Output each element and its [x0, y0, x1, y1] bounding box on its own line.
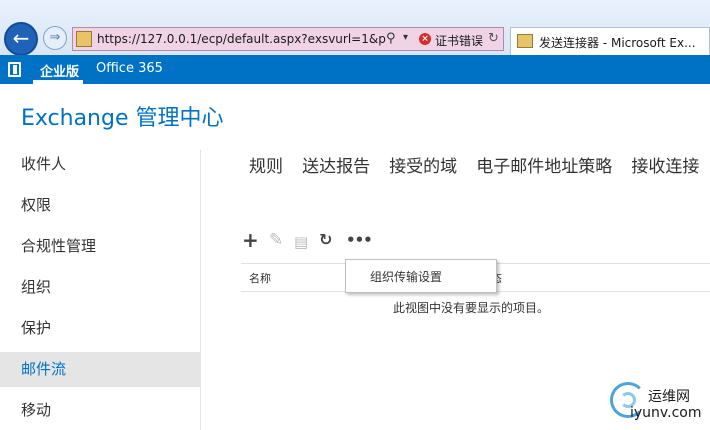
nav-item-permissions[interactable]: 权限	[0, 188, 200, 223]
office365-link[interactable]: Office 365	[96, 61, 163, 76]
enterprise-link[interactable]: 企业版	[40, 61, 79, 80]
tab-rules[interactable]: 规则	[249, 157, 283, 177]
more-icon[interactable]: •••	[346, 230, 373, 250]
tab-delivery-reports[interactable]: 送达报告	[302, 157, 370, 177]
tab-title: 发送连接器 - Microsoft Ex...	[539, 36, 696, 50]
menu-item-org-transport-settings[interactable]: 组织传输设置	[370, 268, 442, 285]
page-title: Exchange 管理中心	[21, 106, 224, 131]
nav-item-mobile[interactable]: 移动	[0, 393, 200, 428]
browser-chrome: ← ⇒ https://127.0.0.1/ecp/default.aspx?e…	[0, 0, 710, 56]
nav-divider	[200, 150, 201, 430]
nav-item-compliance[interactable]: 合规性管理	[0, 229, 200, 264]
url-text[interactable]: https://127.0.0.1/ecp/default.aspx?exsvu…	[97, 32, 387, 46]
certificate-error-icon[interactable]: ×	[419, 33, 431, 45]
nav-item-mail-flow[interactable]: 邮件流	[0, 352, 200, 387]
back-arrow-icon: ←	[12, 26, 30, 50]
empty-message: 此视图中没有要显示的项目。	[393, 301, 550, 315]
page-icon	[76, 31, 92, 47]
browser-refresh-icon[interactable]: ↻	[488, 31, 499, 46]
more-menu: 组织传输设置	[345, 259, 497, 293]
browser-tab[interactable]: 发送连接器 - Microsoft Ex...	[510, 27, 710, 55]
tab-receive-connectors[interactable]: 接收连接	[631, 157, 699, 177]
office-nav-bar: 企业版 Office 365	[0, 55, 710, 84]
refresh-icon[interactable]: ↻	[319, 230, 332, 250]
tab-email-address-policies[interactable]: 电子邮件地址策略	[476, 157, 612, 177]
nav-item-organization[interactable]: 组织	[0, 270, 200, 305]
certificate-error-label[interactable]: 证书错误	[435, 32, 483, 49]
column-header-name[interactable]: 名称	[249, 270, 271, 286]
delete-icon[interactable]: ▤	[294, 232, 308, 252]
forward-button[interactable]: ⇒	[43, 26, 67, 50]
active-indicator	[33, 80, 83, 84]
watermark-top-text: 运维网	[648, 389, 690, 405]
forward-arrow-icon: ⇒	[49, 30, 61, 45]
left-nav: 收件人 权限 合规性管理 组织 保护 邮件流 移动	[0, 145, 200, 430]
plus-icon[interactable]: +	[242, 230, 259, 250]
office-logo-icon[interactable]	[8, 62, 21, 77]
search-icon[interactable]: ⚲	[386, 31, 396, 46]
watermark-bottom-text: iyunv.com	[630, 405, 702, 421]
nav-item-protection[interactable]: 保护	[0, 311, 200, 346]
tab-bar: 规则 送达报告 接受的域 电子邮件地址策略 接收连接	[249, 152, 710, 177]
nav-item-recipients[interactable]: 收件人	[0, 147, 200, 182]
address-bar[interactable]: https://127.0.0.1/ecp/default.aspx?exsvu…	[72, 27, 504, 51]
tab-page-icon	[517, 34, 533, 48]
back-button[interactable]: ←	[4, 22, 38, 56]
tab-accepted-domains[interactable]: 接受的域	[389, 157, 457, 177]
dropdown-arrow-icon[interactable]: ▾	[403, 32, 408, 43]
edit-icon[interactable]: ✎	[269, 230, 283, 250]
